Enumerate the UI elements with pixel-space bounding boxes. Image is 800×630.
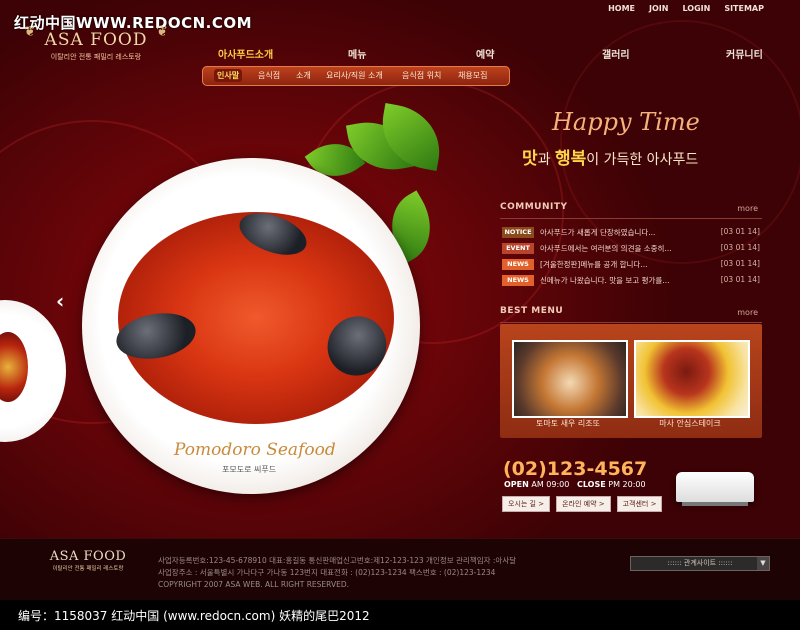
- news-date: [03 01 14]: [720, 243, 760, 252]
- footer-logo: ASA FOOD 이탈리안 전통 패밀리 레스토랑: [40, 549, 136, 572]
- news-date: [03 01 14]: [720, 259, 760, 268]
- slogan-part: 맛: [522, 149, 538, 169]
- best-menu-header: BEST MENU more: [500, 306, 762, 323]
- ornament-icon: ❦: [156, 24, 168, 40]
- news-text[interactable]: [겨울한정판]메뉴를 공개 합니다...: [540, 259, 647, 270]
- online-reservation-button[interactable]: 온라인 예약 >: [556, 496, 611, 512]
- prev-arrow-icon[interactable]: ‹: [56, 289, 64, 313]
- menu-item-label[interactable]: 토마토 새우 리조또: [512, 418, 624, 429]
- news-tag: EVENT: [502, 243, 534, 254]
- community-header: COMMUNITY more: [500, 202, 762, 219]
- bottom-info: 编号：1158037 红动中国 (www.redocn.com) 妖精的尾巴20…: [18, 609, 370, 623]
- news-tag: NEWS: [502, 275, 534, 286]
- news-item[interactable]: EVENT 아사푸드에서는 여러분의 의견을 소중히... [03 01 14]: [502, 242, 762, 256]
- community-more-link[interactable]: more: [737, 204, 758, 213]
- related-sites-label: :::::: 관계사이트 ::::::: [667, 559, 733, 567]
- footer-tagline: 이탈리안 전통 패밀리 레스토랑: [52, 566, 124, 572]
- open-time: AM 09:00: [531, 480, 570, 489]
- close-time: PM 20:00: [608, 480, 646, 489]
- footer-line: 사업장주소 : 서울특별시 가나다구 가나동 123번지 대표전화 : (02)…: [158, 568, 496, 577]
- page: 红动中国WWW.REDOCN.COM HOME JOIN LOGIN SITEM…: [0, 0, 800, 600]
- subnav-staff[interactable]: 요리사/직원 소개: [326, 70, 383, 81]
- logo[interactable]: ❦ ❦ ASA FOOD 이탈리안 전통 패밀리 레스토랑: [24, 24, 168, 62]
- footer-copyright: COPYRIGHT 2007 ASA WEB. ALL RIGHT RESERV…: [158, 580, 349, 589]
- home-link[interactable]: HOME: [608, 4, 635, 13]
- ornament-icon: ❦: [24, 24, 36, 40]
- best-menu-box: 토마토 새우 리조또 마사 안심스테이크: [500, 324, 762, 438]
- sitemap-link[interactable]: SITEMAP: [724, 4, 764, 13]
- news-text[interactable]: 아사푸드가 새롭게 단장하였습니다...: [540, 227, 655, 238]
- slogan-part: 과: [537, 152, 555, 168]
- menu-item-image[interactable]: [634, 340, 750, 418]
- sofa-image: [676, 472, 754, 506]
- customer-center-button[interactable]: 고객센터 >: [616, 496, 663, 512]
- main-nav: 아사푸드소개 메뉴 예약 갤러리 커뮤니티: [218, 46, 778, 61]
- slogan-part: 행복: [554, 149, 587, 169]
- best-menu-more-link[interactable]: more: [737, 308, 758, 317]
- subnav-intro[interactable]: 소개: [296, 70, 311, 81]
- bottom-info-bar: 编号：1158037 红动中国 (www.redocn.com) 妖精的尾巴20…: [0, 600, 800, 630]
- nav-menu[interactable]: 메뉴: [348, 46, 366, 61]
- news-text[interactable]: 신메뉴가 나왔습니다. 맛을 보고 평가를...: [540, 275, 669, 286]
- top-nav: HOME JOIN LOGIN SITEMAP: [608, 4, 764, 13]
- nav-reservation[interactable]: 예약: [476, 46, 494, 61]
- news-tag: NEWS: [502, 259, 534, 270]
- logo-brand: ASA FOOD: [44, 30, 148, 50]
- related-sites-select[interactable]: :::::: 관계사이트 :::::: ▼: [630, 556, 770, 571]
- slogan-part: 이 가득한 아사푸드: [586, 152, 699, 168]
- close-label: CLOSE: [577, 480, 606, 489]
- footer-info: 사업자등록번호:123-45-678910 대표:홍길동 통신판매업신고번호:제…: [158, 555, 516, 591]
- footer-line: 사업자등록번호:123-45-678910 대표:홍길동 통신판매업신고번호:제…: [158, 556, 517, 565]
- news-date: [03 01 14]: [720, 275, 760, 284]
- directions-button[interactable]: 오시는 길 >: [502, 496, 551, 512]
- sub-nav: 인사말 음식점 소개 요리사/직원 소개 음식점 위치 채용모집: [202, 66, 510, 86]
- news-item[interactable]: NEWS [겨울한정판]메뉴를 공개 합니다... [03 01 14]: [502, 258, 762, 272]
- menu-item-image[interactable]: [512, 340, 628, 418]
- subnav-greeting[interactable]: 인사말: [214, 69, 243, 82]
- happy-time-title: Happy Time: [552, 108, 700, 136]
- opening-hours: OPEN AM 09:00 CLOSE PM 20:00: [504, 480, 646, 489]
- nav-about[interactable]: 아사푸드소개: [218, 46, 273, 61]
- contact-buttons: 오시는 길 > 온라인 예약 > 고객센터 >: [502, 496, 663, 512]
- open-label: OPEN: [504, 480, 529, 489]
- phone-number: (02)123-4567: [503, 458, 648, 480]
- community-title: COMMUNITY: [500, 202, 568, 212]
- news-date: [03 01 14]: [720, 227, 760, 236]
- news-tag: NOTICE: [502, 227, 534, 238]
- best-menu-title: BEST MENU: [500, 306, 564, 316]
- chevron-down-icon: ▼: [757, 557, 769, 570]
- hero-dish-subtitle: 포모도로 씨푸드: [222, 465, 277, 474]
- news-text[interactable]: 아사푸드에서는 여러분의 의견을 소중히...: [540, 243, 672, 254]
- footer-brand: ASA FOOD: [49, 549, 127, 564]
- slogan: 맛과 행복이 가득한 아사푸드: [522, 144, 698, 169]
- subnav-restaurant[interactable]: 음식점: [258, 70, 280, 81]
- news-item[interactable]: NOTICE 아사푸드가 새롭게 단장하였습니다... [03 01 14]: [502, 226, 762, 240]
- join-link[interactable]: JOIN: [649, 4, 668, 13]
- subnav-location[interactable]: 음식점 위치: [402, 70, 441, 81]
- nav-community[interactable]: 커뮤니티: [726, 46, 763, 61]
- menu-item-label[interactable]: 마사 안심스테이크: [634, 418, 746, 429]
- logo-tagline: 이탈리안 전통 패밀리 레스토랑: [50, 53, 142, 61]
- login-link[interactable]: LOGIN: [682, 4, 710, 13]
- hero-dish-name: Pomodoro Seafood: [174, 440, 336, 460]
- subnav-recruit[interactable]: 채용모집: [458, 70, 487, 81]
- news-item[interactable]: NEWS 신메뉴가 나왔습니다. 맛을 보고 평가를... [03 01 14]: [502, 274, 762, 288]
- nav-gallery[interactable]: 갤러리: [602, 46, 630, 61]
